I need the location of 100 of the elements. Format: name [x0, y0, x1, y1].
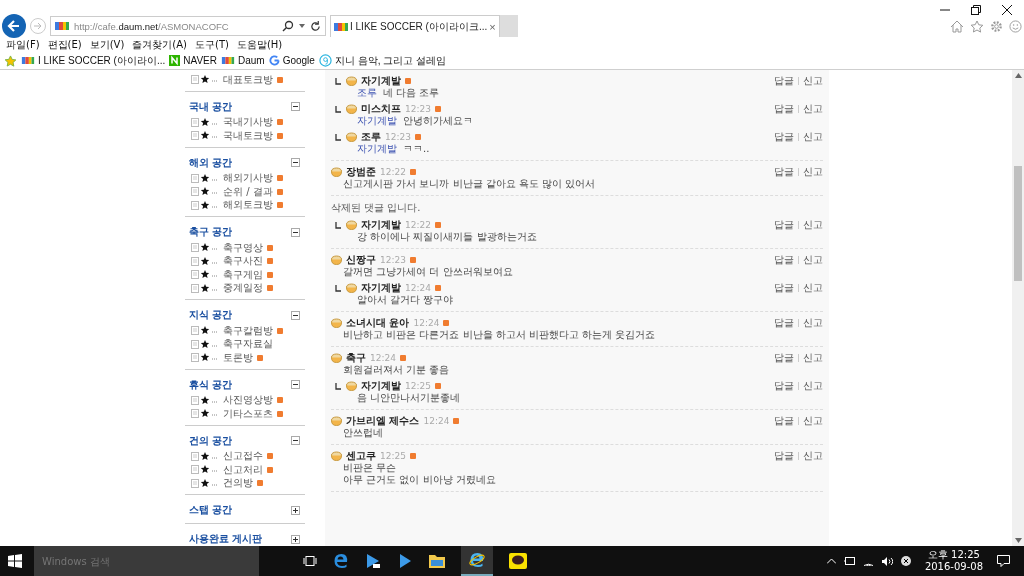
comment-action-link[interactable]: 신고 — [803, 218, 823, 232]
menu-item[interactable]: 도구(T) — [195, 38, 229, 52]
toggle-icon[interactable] — [291, 310, 300, 320]
comment-action-link[interactable]: 답글 — [774, 379, 794, 393]
favorite-link[interactable]: NAVER — [169, 55, 217, 66]
toggle-icon[interactable] — [291, 227, 300, 237]
comment-action-link[interactable]: 신고 — [803, 316, 823, 330]
board-link[interactable]: 중계일정 — [185, 281, 305, 295]
board-link[interactable]: 축구영상 — [185, 241, 305, 255]
comment-author[interactable]: 자기계발 — [361, 379, 401, 393]
comment-action-link[interactable]: 답글 — [774, 218, 794, 232]
star-icon[interactable] — [970, 19, 984, 33]
task-view-icon[interactable] — [303, 555, 317, 567]
dropdown-caret-icon[interactable] — [299, 24, 305, 28]
mention-link[interactable]: 자기계발 — [357, 143, 397, 155]
comment-action-link[interactable]: 신고 — [803, 281, 823, 295]
comment-author[interactable]: 축구 — [346, 351, 366, 365]
comment-action-link[interactable]: 신고 — [803, 74, 823, 88]
mention-link[interactable]: 조루 — [357, 87, 377, 99]
comment-author[interactable]: 조루 — [361, 130, 381, 144]
comment-author[interactable]: 미스치프 — [361, 102, 401, 116]
home-icon[interactable] — [950, 19, 964, 33]
toggle-icon[interactable] — [291, 505, 300, 515]
close-tab-button[interactable]: × — [489, 20, 496, 33]
section-title[interactable]: 국내 공간 — [189, 99, 233, 114]
restore-icon[interactable] — [971, 5, 981, 15]
clock-date[interactable]: 2016-09-08 — [924, 561, 983, 573]
comment-action-link[interactable]: 신고 — [803, 414, 823, 428]
section-title[interactable]: 휴식 공간 — [189, 377, 233, 392]
board-link[interactable]: 대표토크방 — [185, 73, 305, 87]
menu-item[interactable]: 보기(V) — [89, 38, 125, 52]
section-title[interactable]: 사용완료 게시판 — [189, 532, 263, 546]
comment-action-link[interactable]: 신고 — [803, 130, 823, 144]
back-button[interactable] — [2, 14, 26, 38]
toggle-icon[interactable] — [291, 534, 300, 544]
board-link[interactable]: 기타스포츠 — [185, 407, 305, 421]
board-link[interactable]: 축구게임 — [185, 268, 305, 282]
comment-action-link[interactable]: 답글 — [774, 316, 794, 330]
comment-action-link[interactable]: 답글 — [774, 74, 794, 88]
clock-time[interactable]: 오후 12:25 — [927, 549, 980, 561]
toggle-icon[interactable] — [291, 380, 300, 389]
comment-action-link[interactable]: 신고 — [803, 102, 823, 116]
comment-action-link[interactable]: 신고 — [803, 253, 823, 267]
section-title[interactable]: 해외 공간 — [189, 155, 233, 170]
scroll-thumb[interactable] — [1014, 165, 1022, 281]
menu-item[interactable]: 파일(F) — [6, 38, 40, 52]
section-title[interactable]: 스탭 공간 — [189, 503, 233, 517]
toggle-icon[interactable] — [291, 102, 300, 111]
comment-action-link[interactable]: 답글 — [774, 102, 794, 116]
comment-action-link[interactable]: 신고 — [803, 165, 823, 179]
close-icon[interactable] — [1002, 5, 1012, 15]
board-link[interactable]: 토론방 — [185, 351, 305, 365]
comment-action-link[interactable]: 신고 — [803, 449, 823, 463]
board-link[interactable]: 순위 / 결과 — [185, 185, 305, 199]
address-field[interactable]: http://cafe.daum.net/ASMONACOFC — [50, 16, 326, 36]
play-icon[interactable] — [397, 553, 413, 569]
taskbar-app-button[interactable] — [461, 546, 493, 576]
section-title[interactable]: 지식 공간 — [189, 308, 233, 322]
folder-icon[interactable] — [429, 554, 445, 568]
section-title[interactable]: 건의 공간 — [189, 433, 233, 448]
board-link[interactable]: 건의방 — [185, 476, 305, 490]
toggle-icon[interactable] — [291, 436, 300, 445]
comment-action-link[interactable]: 답글 — [774, 253, 794, 267]
board-link[interactable]: 축구자료실 — [185, 337, 305, 351]
chevron-up-icon[interactable] — [826, 558, 836, 564]
favorite-link[interactable]: I LIKE SOCCER (아이라이... — [21, 53, 166, 68]
comment-action-link[interactable]: 답글 — [774, 414, 794, 428]
comment-author[interactable]: 센고쿠 — [346, 449, 376, 463]
toggle-icon[interactable] — [291, 158, 300, 167]
board-link[interactable]: 신고접수 — [185, 449, 305, 463]
comment-action-link[interactable]: 신고 — [803, 351, 823, 365]
section-title[interactable]: 축구 공간 — [189, 225, 233, 239]
board-link[interactable]: 국내기사방 — [185, 115, 305, 129]
refresh-icon[interactable] — [310, 20, 321, 32]
scrollbar[interactable] — [1012, 70, 1024, 546]
volume-icon[interactable] — [881, 556, 893, 566]
browser-tab[interactable]: I LIKE SOCCER (아이라이크... × — [330, 15, 500, 37]
scroll-up-icon[interactable] — [1014, 73, 1022, 78]
comment-action-link[interactable]: 답글 — [774, 130, 794, 144]
comment-action-link[interactable]: 답글 — [774, 351, 794, 365]
comment-author[interactable]: 가브리엘 제수스 — [346, 414, 420, 428]
board-link[interactable]: 축구사진 — [185, 254, 305, 268]
comment-action-link[interactable]: 답글 — [774, 281, 794, 295]
board-link[interactable]: 신고처리 — [185, 463, 305, 477]
board-link[interactable]: 사진영상방 — [185, 393, 305, 407]
comment-action-link[interactable]: 신고 — [803, 379, 823, 393]
chat-bubble-icon[interactable] — [509, 553, 527, 569]
comment-author[interactable]: 자기계발 — [361, 281, 401, 295]
menu-item[interactable]: 즐겨찾기(A) — [132, 38, 187, 52]
battery-icon[interactable] — [843, 557, 855, 565]
board-link[interactable]: 해외기사방 — [185, 171, 305, 185]
favorite-link[interactable]: Google — [268, 55, 315, 66]
comment-author[interactable]: 자기계발 — [361, 218, 401, 232]
edge-browser-icon[interactable] — [333, 553, 349, 569]
board-link[interactable]: 축구칼럼방 — [185, 324, 305, 338]
comment-action-link[interactable]: 답글 — [774, 449, 794, 463]
search-icon[interactable] — [282, 20, 294, 32]
menu-item[interactable]: 도움말(H) — [236, 38, 283, 52]
board-link[interactable]: 해외토크방 — [185, 198, 305, 212]
favorite-link[interactable]: Daum — [220, 55, 265, 66]
